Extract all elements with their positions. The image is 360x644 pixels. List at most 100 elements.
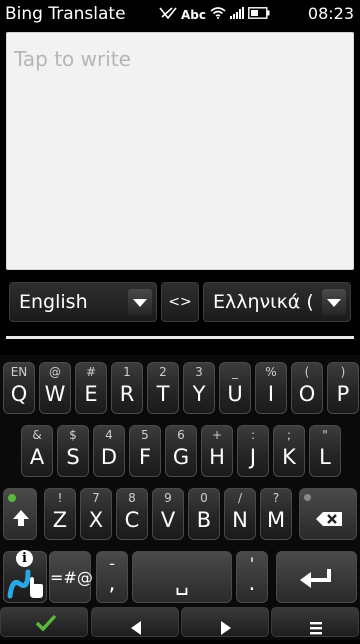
- key-v[interactable]: 9V: [152, 488, 184, 540]
- period-key[interactable]: ' .: [236, 551, 268, 603]
- key-label: V: [160, 508, 176, 532]
- key-d[interactable]: 4D: [93, 425, 125, 477]
- key-label: Q: [10, 382, 28, 406]
- key-label: K: [282, 445, 296, 469]
- key-label: H: [209, 445, 225, 469]
- key-y[interactable]: 3Y: [183, 362, 215, 414]
- key-r[interactable]: 1R: [111, 362, 143, 414]
- key-secondary-label: _: [232, 365, 238, 379]
- key-secondary-label: 8: [128, 491, 136, 505]
- key-label: D: [100, 445, 118, 469]
- backspace-icon: [315, 511, 343, 531]
- shift-arrow-icon: [11, 508, 31, 532]
- key-secondary-label: 1: [123, 365, 131, 379]
- key-label: F: [138, 445, 152, 469]
- key-secondary-label: !: [57, 491, 63, 505]
- key-m[interactable]: ? M: [260, 488, 292, 540]
- key-label: T: [156, 382, 170, 406]
- checkmark-icon: [35, 613, 57, 641]
- key-e[interactable]: # E: [75, 362, 107, 414]
- key-k[interactable]: ; K: [273, 425, 305, 477]
- key-label: N: [232, 508, 248, 532]
- key-secondary-label: 7: [92, 491, 100, 505]
- key-secondary-label: 6: [177, 428, 185, 442]
- key-secondary-label: +: [211, 428, 223, 442]
- key-secondary-label: EN: [10, 365, 28, 379]
- enter-key[interactable]: [276, 551, 357, 603]
- key-secondary-label: /: [237, 491, 243, 505]
- key-secondary-label: ): [340, 365, 346, 379]
- key-label: A: [29, 445, 45, 469]
- keys-layer: EN Q @ W # E 1 R 2 T 3 Y _ U% I(O) P & A $ S 4 D 5 F 6 G + H: J; K " L!…: [0, 0, 360, 640]
- key-q[interactable]: EN Q: [3, 362, 35, 414]
- key-secondary-label: %: [265, 365, 277, 379]
- handwriting-key[interactable]: i: [3, 550, 47, 604]
- dot-icon: [304, 494, 311, 501]
- key-secondary-label: ": [322, 428, 328, 442]
- key-p[interactable]: ) P: [327, 362, 359, 414]
- enter-icon: [299, 568, 333, 592]
- key-label: B: [196, 508, 212, 532]
- info-icon: i: [16, 550, 33, 567]
- key-s[interactable]: $ S: [57, 425, 89, 477]
- key-label: R: [119, 382, 135, 406]
- backspace-key[interactable]: [299, 488, 357, 540]
- key-u[interactable]: _ U: [219, 362, 251, 414]
- ok-softkey[interactable]: [0, 607, 88, 637]
- key-t[interactable]: 2T: [147, 362, 179, 414]
- period-key-label: .: [248, 571, 256, 595]
- key-secondary-label: 9: [164, 491, 172, 505]
- symbols-key[interactable]: =#@: [49, 551, 93, 603]
- key-label: U: [227, 382, 243, 406]
- cursor-left-softkey[interactable]: [91, 607, 179, 637]
- shift-key[interactable]: [3, 488, 37, 540]
- key-b[interactable]: 0B: [188, 488, 220, 540]
- key-secondary-label: 0: [200, 491, 208, 505]
- key-l[interactable]: " L: [309, 425, 341, 477]
- key-secondary-label: :: [250, 428, 256, 442]
- key-label: O: [298, 382, 316, 406]
- key-secondary-label: ?: [272, 491, 280, 505]
- key-label: Z: [52, 508, 68, 532]
- key-label: X: [88, 508, 104, 532]
- key-label: Y: [192, 382, 206, 406]
- key-label: E: [84, 382, 98, 406]
- symbols-key-label: =#@: [50, 568, 93, 587]
- key-label: L: [319, 445, 331, 469]
- comma-key-label: ,: [108, 571, 116, 595]
- key-secondary-label: (: [304, 365, 310, 379]
- key-z[interactable]: ! Z: [44, 488, 76, 540]
- key-x[interactable]: 7X: [80, 488, 112, 540]
- key-g[interactable]: 6G: [165, 425, 197, 477]
- key-i[interactable]: % I: [255, 362, 287, 414]
- key-label: W: [44, 382, 66, 406]
- key-secondary-label: 5: [141, 428, 149, 442]
- menu-softkey[interactable]: [271, 607, 359, 637]
- key-secondary-label: 3: [195, 365, 203, 379]
- key-c[interactable]: 8C: [116, 488, 148, 540]
- key-secondary-label: 2: [159, 365, 167, 379]
- comma-key[interactable]: - ,: [96, 551, 128, 603]
- key-secondary-label: 4: [105, 428, 113, 442]
- status-dot-icon: [8, 494, 16, 502]
- key-h[interactable]: + H: [201, 425, 233, 477]
- key-label: J: [249, 445, 257, 469]
- space-key[interactable]: ␣: [132, 551, 232, 603]
- key-label: S: [66, 445, 80, 469]
- key-o[interactable]: (O: [291, 362, 323, 414]
- key-secondary-label: $: [69, 428, 77, 442]
- handwriting-icon: [6, 566, 46, 604]
- key-label: C: [124, 508, 140, 532]
- key-f[interactable]: 5F: [129, 425, 161, 477]
- cursor-right-softkey[interactable]: [181, 607, 269, 637]
- key-a[interactable]: & A: [21, 425, 53, 477]
- key-label: M: [266, 508, 286, 532]
- space-key-label: ␣: [175, 571, 189, 596]
- key-secondary-label: &: [32, 428, 42, 442]
- key-label: I: [267, 382, 275, 406]
- key-label: P: [336, 382, 350, 406]
- key-secondary-label: @: [49, 365, 61, 379]
- key-n[interactable]: / N: [224, 488, 256, 540]
- key-j[interactable]: :J: [237, 425, 269, 477]
- key-w[interactable]: @ W: [39, 362, 71, 414]
